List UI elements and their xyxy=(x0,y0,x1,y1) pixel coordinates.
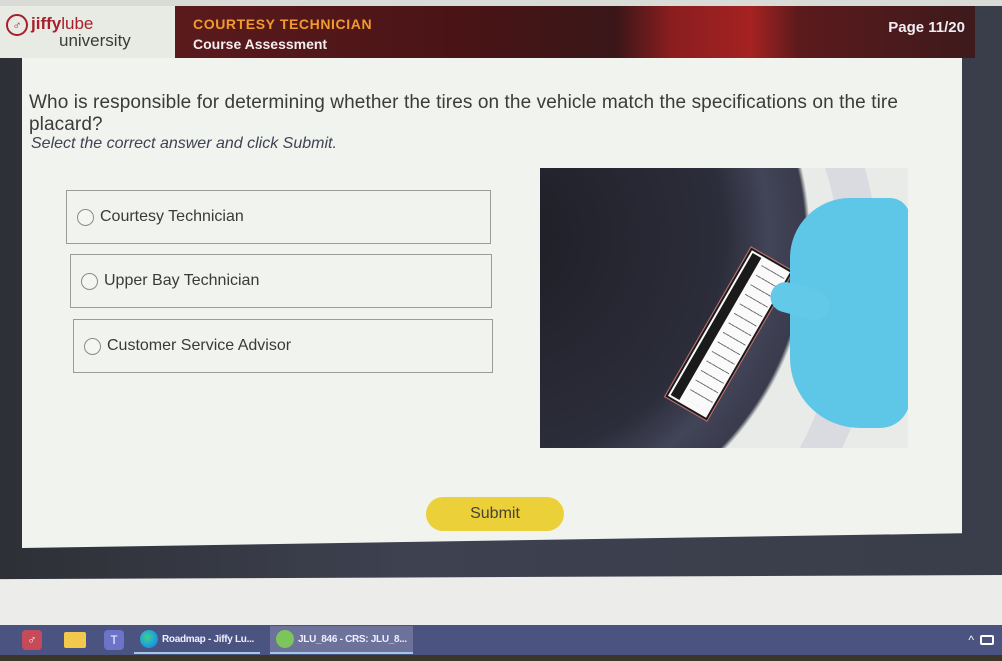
tire-placard-photo xyxy=(540,168,908,448)
page-indicator: Page 11/20 xyxy=(888,19,965,36)
answer-option-upper-bay-technician[interactable]: Upper Bay Technician xyxy=(70,254,492,308)
taskbar-app-edge-roadmap[interactable]: Roadmap - Jiffy Lu... xyxy=(134,626,261,654)
tray-chevron-icon[interactable]: ^ xyxy=(968,633,974,647)
radio-button[interactable] xyxy=(77,208,94,226)
windows-taskbar: ♂ T Roadmap - Jiffy Lu... JLU_846 - CRS:… xyxy=(0,625,1002,655)
question-card: Who is responsible for determining wheth… xyxy=(22,58,962,548)
lms-icon xyxy=(276,630,295,648)
course-banner: COURTESY TECHNICIAN Course Assessment Pa… xyxy=(175,6,975,58)
monitor-bezel xyxy=(0,655,1002,661)
teams-icon[interactable]: T xyxy=(104,630,124,650)
jiffy-lube-university-logo: ♂ jiffylube university xyxy=(0,6,175,58)
jiffy-lube-app-icon[interactable]: ♂ xyxy=(22,630,42,650)
answer-label: Courtesy Technician xyxy=(100,208,244,225)
answer-option-customer-service-advisor[interactable]: Customer Service Advisor xyxy=(73,319,493,373)
radio-button[interactable] xyxy=(84,337,101,355)
system-tray: ^ xyxy=(968,633,994,647)
answer-label: Customer Service Advisor xyxy=(107,337,292,354)
taskbar-app-lms-course[interactable]: JLU_846 - CRS: JLU_8... xyxy=(270,626,413,654)
question-instruction: Select the correct answer and click Subm… xyxy=(31,135,337,152)
answer-label: Upper Bay Technician xyxy=(104,272,260,289)
logo-brand-bold: jiffy xyxy=(31,14,62,33)
taskbar-app-label: Roadmap - Jiffy Lu... xyxy=(162,633,255,645)
answer-option-courtesy-technician[interactable]: Courtesy Technician xyxy=(66,190,491,244)
course-name: COURTESY TECHNICIAN xyxy=(193,16,373,32)
radio-button[interactable] xyxy=(81,272,98,290)
submit-button[interactable]: Submit xyxy=(426,497,564,531)
network-icon[interactable] xyxy=(980,635,994,645)
file-explorer-icon[interactable] xyxy=(64,632,86,648)
lower-panel xyxy=(0,575,1002,627)
jiffy-lube-logo-icon: ♂ xyxy=(6,14,28,36)
question-text: Who is responsible for determining wheth… xyxy=(29,92,899,135)
taskbar-app-label: JLU_846 - CRS: JLU_8... xyxy=(298,633,407,645)
course-header: ♂ jiffylube university COURTESY TECHNICI… xyxy=(0,6,975,58)
logo-university: university xyxy=(59,31,131,50)
course-subtitle: Course Assessment xyxy=(193,36,328,52)
edge-icon xyxy=(140,630,158,648)
